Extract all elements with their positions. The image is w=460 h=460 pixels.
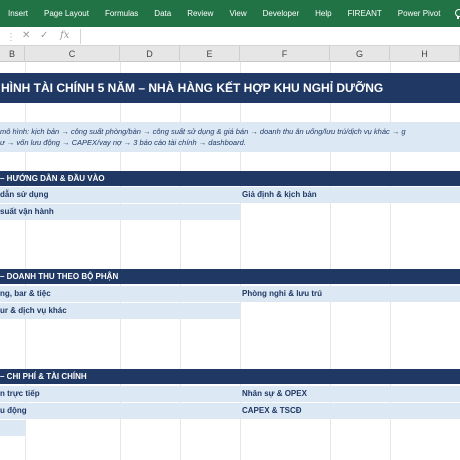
column-header-e[interactable]: E: [180, 46, 240, 62]
cancel-icon[interactable]: ✕: [22, 30, 30, 41]
link-operating-capacity[interactable]: suất vận hành: [0, 204, 240, 220]
tab-insert[interactable]: Insert: [0, 9, 36, 18]
tab-view[interactable]: View: [221, 9, 254, 18]
section-header-costs-finance[interactable]: – CHI PHÍ & TÀI CHÍNH: [0, 369, 460, 384]
tell-me-search[interactable]: Te: [448, 8, 460, 19]
link-assumptions-scenarios[interactable]: Giả định & kịch bản: [240, 187, 460, 203]
link-staff-opex[interactable]: Nhân sự & OPEX: [240, 386, 460, 402]
column-header-c[interactable]: C: [25, 46, 120, 62]
section-header-guide-inputs[interactable]: – HƯỚNG DẪN & ĐẦU VÀO: [0, 171, 460, 186]
tab-page-layout[interactable]: Page Layout: [36, 9, 97, 18]
link-capex-fixed-assets[interactable]: CAPEX & TSCĐ: [240, 403, 460, 419]
formula-bar-grip: ⋮: [6, 32, 16, 43]
link-rooms-accommodation[interactable]: Phòng nghỉ & lưu trú: [240, 286, 460, 302]
lightbulb-icon: [454, 8, 460, 19]
tab-fireant[interactable]: FIREANT: [340, 9, 390, 18]
column-header-g[interactable]: G: [330, 46, 390, 62]
sheet-title[interactable]: HÌNH TÀI CHÍNH 5 NĂM – NHÀ HÀNG KẾT HỢP …: [0, 73, 460, 103]
link-direct-costs[interactable]: n trực tiếp: [0, 386, 240, 402]
tab-developer[interactable]: Developer: [255, 9, 307, 18]
model-description[interactable]: mô hình: kịch bản → công suất phòng/bàn …: [0, 122, 460, 152]
link-other-services[interactable]: ur & dịch vụ khác: [0, 303, 240, 319]
column-header-f[interactable]: F: [240, 46, 330, 62]
description-line-2: ư → vốn lưu động → CAPEX/vay nợ → 3 báo …: [0, 138, 246, 147]
formula-input[interactable]: [80, 29, 460, 44]
tab-data[interactable]: Data: [146, 9, 179, 18]
enter-icon[interactable]: ✓: [40, 30, 48, 41]
tab-power-pivot[interactable]: Power Pivot: [390, 9, 449, 18]
link-working-capital[interactable]: u động: [0, 403, 240, 419]
empty-input-cell[interactable]: [0, 420, 25, 436]
tab-formulas[interactable]: Formulas: [97, 9, 146, 18]
column-header-d[interactable]: D: [120, 46, 180, 62]
description-line-1: mô hình: kịch bản → công suất phòng/bàn …: [0, 127, 406, 136]
section-header-revenue[interactable]: – DOANH THU THEO BỘ PHẬN: [0, 269, 460, 284]
tab-help[interactable]: Help: [307, 9, 339, 18]
link-restaurant-bar-events[interactable]: ng, bar & tiệc: [0, 286, 240, 302]
formula-bar: ⋮ ✕ ✓ fx: [0, 27, 460, 46]
ribbon-tab-bar: Insert Page Layout Formulas Data Review …: [0, 0, 460, 27]
column-header-h[interactable]: H: [390, 46, 460, 62]
column-header-b[interactable]: B: [0, 46, 25, 62]
column-headers: B C D E F G H: [0, 46, 460, 62]
tab-review[interactable]: Review: [179, 9, 221, 18]
insert-function-icon[interactable]: fx: [60, 30, 69, 41]
link-guide[interactable]: dẫn sử dụng: [0, 187, 240, 203]
